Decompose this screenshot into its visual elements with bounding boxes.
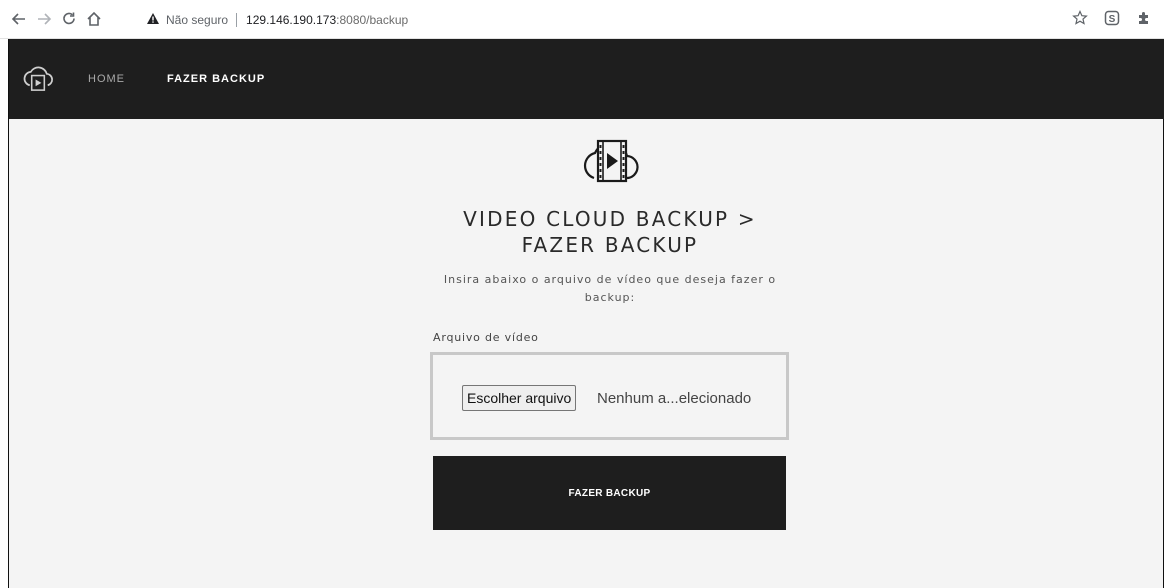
cloud-video-icon [583, 139, 639, 183]
subtitle-line1: Insira abaixo o arquivo de vídeo que des… [443, 273, 777, 286]
address-bar[interactable]: Não seguro 129.146.190.173:8080/backup [146, 9, 408, 31]
svg-text:S: S [1109, 14, 1116, 25]
star-bookmark-icon[interactable] [1072, 10, 1088, 26]
page-title: VIDEO CLOUD BACKUP > FAZER BACKUP [410, 206, 810, 258]
not-secure-label: Não seguro [166, 13, 229, 27]
file-status-text: Nenhum a...elecionado [597, 390, 752, 407]
browser-toolbar: Não seguro 129.146.190.173:8080/backup S [0, 0, 1164, 39]
home-icon[interactable] [84, 9, 104, 29]
app-header: HOME FAZER BACKUP [9, 39, 1164, 119]
browser-actions: S [1072, 10, 1152, 26]
video-file-input[interactable]: Escolher arquivo Nenhum a...elecionado [430, 352, 789, 440]
url-path: :8080/backup [336, 13, 409, 27]
back-arrow-icon[interactable] [9, 9, 29, 29]
cloud-video-icon[interactable] [22, 61, 55, 94]
page-title-line2: FAZER BACKUP [521, 233, 699, 257]
puzzle-extensions-icon[interactable] [1136, 10, 1152, 26]
page-subtitle: Insira abaixo o arquivo de vídeo que des… [440, 271, 780, 307]
choose-file-button[interactable]: Escolher arquivo [462, 385, 577, 411]
nav-fazer-backup-link[interactable]: FAZER BACKUP [167, 73, 265, 85]
reload-icon[interactable] [59, 9, 79, 29]
warning-icon[interactable] [146, 12, 160, 28]
page-title-line1: VIDEO CLOUD BACKUP > [463, 207, 757, 231]
forward-arrow-icon[interactable] [34, 9, 54, 29]
fazer-backup-button[interactable]: FAZER BACKUP [433, 456, 786, 530]
url-host: 129.146.190.173 [246, 13, 337, 27]
subtitle-line2: backup: [584, 291, 636, 304]
nav-home-link[interactable]: HOME [88, 73, 125, 85]
extension-s-icon[interactable]: S [1104, 10, 1120, 26]
video-file-label: Arquivo de vídeo [433, 331, 539, 344]
url-divider [236, 13, 238, 27]
